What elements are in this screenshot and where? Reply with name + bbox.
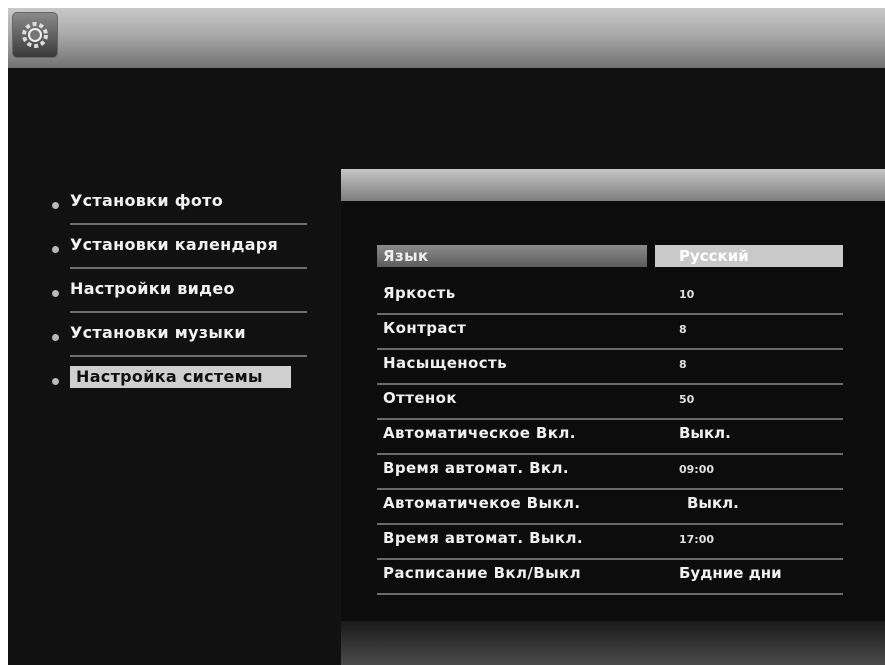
settings-list: Язык Русский Яркость 10 Контраст 8 Насыщ…: [377, 245, 843, 595]
setting-row-contrast[interactable]: Контраст 8: [377, 315, 843, 350]
menu-item-label: Установки музыки: [70, 323, 246, 342]
setting-row-auto-off-time[interactable]: Время автомат. Выкл. 17:00: [377, 525, 843, 560]
menu-item-photo-settings[interactable]: Установки фото: [52, 188, 307, 232]
menu-item-system-settings[interactable]: Настройка системы: [52, 364, 307, 408]
setting-label: Контраст: [383, 319, 467, 337]
setting-label: Автоматичекое Выкл.: [383, 494, 581, 512]
divider: [377, 593, 843, 595]
panel-header-bar: [341, 169, 885, 201]
menu-item-video-settings[interactable]: Настройки видео: [52, 276, 307, 320]
bullet-icon: [52, 202, 59, 209]
setting-label: Оттенок: [383, 389, 457, 407]
setting-row-hue[interactable]: Оттенок 50: [377, 385, 843, 420]
setting-label: Язык: [383, 247, 429, 265]
setting-value[interactable]: 17:00: [679, 533, 714, 546]
setting-label: Время автомат. Выкл.: [383, 529, 583, 547]
setting-label: Насыщеность: [383, 354, 508, 372]
top-bar: [8, 8, 885, 68]
category-menu: Установки фото Установки календаря Настр…: [52, 188, 307, 408]
menu-item-label: Настройки видео: [70, 279, 235, 298]
setting-row-brightness[interactable]: Яркость 10: [377, 280, 843, 315]
menu-item-music-settings[interactable]: Установки музыки: [52, 320, 307, 364]
setting-label: Автоматическое Вкл.: [383, 424, 576, 442]
setting-value[interactable]: 8: [679, 358, 687, 371]
setting-row-auto-on[interactable]: Автоматическое Вкл. Выкл.: [377, 420, 843, 455]
setting-value[interactable]: 50: [679, 393, 694, 406]
menu-item-label: Установки фото: [70, 191, 224, 210]
setting-value[interactable]: 8: [679, 323, 687, 336]
setting-row-schedule[interactable]: Расписание Вкл/Выкл Будние дни: [377, 560, 843, 595]
setting-label: Расписание Вкл/Выкл: [383, 564, 582, 582]
setting-value[interactable]: Выкл.: [687, 494, 739, 512]
settings-gear-icon[interactable]: [12, 12, 58, 58]
setting-value[interactable]: 10: [679, 288, 694, 301]
menu-item-label: Установки календаря: [70, 235, 279, 254]
bullet-icon: [52, 378, 59, 385]
setting-value[interactable]: 09:00: [679, 463, 714, 476]
setting-value[interactable]: Русский: [679, 247, 749, 265]
bullet-icon: [52, 334, 59, 341]
setting-row-auto-off[interactable]: Автоматичекое Выкл. Выкл.: [377, 490, 843, 525]
setting-value[interactable]: Выкл.: [679, 424, 731, 442]
panel-footer-bar: [341, 621, 885, 665]
divider: [70, 311, 307, 313]
bullet-icon: [52, 246, 59, 253]
setting-row-language[interactable]: Язык Русский: [377, 245, 843, 280]
menu-item-label: Настройка системы: [70, 366, 291, 388]
setting-value[interactable]: Будние дни: [679, 564, 782, 582]
setting-row-auto-on-time[interactable]: Время автомат. Вкл. 09:00: [377, 455, 843, 490]
setting-row-saturation[interactable]: Насыщеность 8: [377, 350, 843, 385]
setting-label: Яркость: [383, 284, 456, 302]
divider: [70, 267, 307, 269]
setting-label: Время автомат. Вкл.: [383, 459, 569, 477]
divider: [70, 355, 307, 357]
divider: [70, 223, 307, 225]
bullet-icon: [52, 290, 59, 297]
menu-item-calendar-settings[interactable]: Установки календаря: [52, 232, 307, 276]
